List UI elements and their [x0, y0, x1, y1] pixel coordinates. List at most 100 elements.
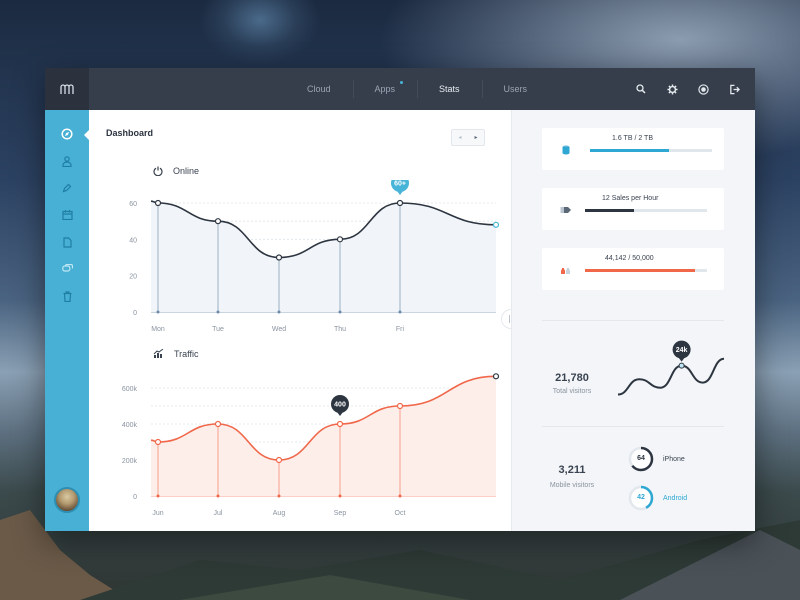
- axis-dot: [398, 494, 402, 498]
- tooltip-label: 60+: [394, 181, 406, 188]
- pager: ◂ ▸: [451, 129, 485, 146]
- sidebar-item-user[interactable]: [58, 152, 76, 170]
- data-point-end: [492, 221, 500, 228]
- x-tick-label: Tue: [212, 326, 224, 333]
- online-chart: 0 20 40 60 Mon Tue Wed Thu Fri 60+: [129, 180, 500, 333]
- y-tick-label: 200k: [122, 458, 138, 465]
- divider: [542, 426, 724, 427]
- pen-icon: [62, 183, 72, 193]
- nav-apps[interactable]: Apps: [352, 80, 418, 98]
- axis-dot: [277, 310, 281, 314]
- logout-icon[interactable]: [727, 82, 741, 96]
- chart-icon: [153, 349, 164, 358]
- nav-stats[interactable]: Stats: [417, 80, 482, 98]
- prev-button[interactable]: ◂: [452, 130, 468, 145]
- top-bar: Cloud Apps Stats Users: [45, 68, 755, 110]
- page-title: Dashboard: [106, 128, 154, 138]
- tooltip-pointer: [678, 357, 685, 362]
- nav-users[interactable]: Users: [481, 80, 550, 98]
- y-tick-label: 0: [133, 494, 137, 501]
- x-tick-label: Sep: [334, 510, 347, 517]
- storage-card: 1.6 TB / 2 TB: [542, 128, 724, 170]
- nav-cloud[interactable]: Cloud: [285, 84, 353, 94]
- axis-dot: [338, 494, 342, 498]
- user-avatar[interactable]: [54, 487, 80, 513]
- tooltip-label: 400: [334, 402, 346, 409]
- axis-dot: [338, 310, 342, 314]
- sidebar-item-trash[interactable]: [58, 287, 76, 305]
- online-chart-title: Online: [173, 166, 200, 176]
- sidebar-item-dashboard[interactable]: [58, 125, 76, 143]
- x-tick-label: Jun: [152, 510, 163, 517]
- globe-icon[interactable]: [696, 82, 710, 96]
- data-point: [336, 420, 344, 428]
- y-tick-label: 0: [133, 310, 137, 317]
- axis-dot: [156, 310, 160, 314]
- x-tick-label: Fri: [396, 326, 405, 333]
- main-panel: Dashboard ◂ ▸ Online 0 20 40 60 Mon Tue Wed Thu…: [89, 110, 511, 531]
- database-icon: [560, 145, 572, 155]
- next-button[interactable]: ▸: [468, 130, 484, 145]
- y-tick-label: 60: [129, 201, 137, 208]
- sparkline-peak: [678, 362, 685, 369]
- tooltip-pointer: [337, 412, 343, 416]
- traffic-chart-title: Traffic: [174, 349, 199, 359]
- trash-icon: [63, 290, 71, 302]
- storage-progress: [590, 149, 712, 152]
- members-progress: [585, 269, 707, 272]
- data-point: [275, 254, 283, 261]
- calendar-icon: [61, 210, 73, 220]
- iphone-label: iPhone: [663, 456, 685, 463]
- y-tick-label: 600k: [122, 386, 138, 393]
- x-tick-label: Wed: [272, 326, 286, 333]
- notification-dot: [400, 81, 404, 84]
- axis-dot: [216, 494, 220, 498]
- axis-dot: [216, 310, 220, 314]
- traffic-chart: 0 200k 400k 600k Jun Jul Aug Sep Oct 400: [122, 373, 500, 517]
- android-value: 42: [637, 494, 645, 501]
- toolbar: [634, 68, 741, 110]
- mobile-visitors-value: 3,211: [558, 464, 586, 476]
- data-point: [275, 456, 283, 464]
- search-icon[interactable]: [634, 82, 648, 96]
- x-tick-label: Mon: [151, 326, 165, 333]
- gear-icon[interactable]: [665, 82, 679, 96]
- online-chart-header: Online: [153, 166, 199, 176]
- sidebar-item-files[interactable]: [58, 233, 76, 251]
- y-tick-label: 20: [129, 274, 137, 281]
- x-tick-label: Thu: [334, 326, 346, 333]
- traffic-chart-header: Traffic: [153, 349, 199, 359]
- tag-icon: [560, 205, 572, 215]
- mobile-visitors-label: Mobile visitors: [549, 482, 595, 489]
- sales-progress-fill: [585, 209, 634, 212]
- x-tick-label: Aug: [273, 510, 286, 517]
- sales-progress: [585, 209, 707, 212]
- sidebar-item-edit[interactable]: [58, 179, 76, 197]
- data-point-end: [492, 373, 500, 380]
- axis-dot: [156, 494, 160, 498]
- nav-label: Apps: [374, 84, 396, 94]
- area-fill: [151, 201, 496, 312]
- power-icon: [153, 166, 163, 176]
- data-point: [214, 218, 222, 225]
- sales-label: 12 Sales per Hour: [602, 195, 659, 202]
- sales-card: 12 Sales per Hour: [542, 188, 724, 230]
- data-point: [154, 438, 162, 446]
- members-progress-fill: [585, 269, 695, 272]
- axis-dot: [398, 310, 402, 314]
- x-tick-label: Oct: [395, 510, 406, 517]
- x-tick-label: Jul: [214, 510, 223, 517]
- y-tick-label: 400k: [122, 422, 138, 429]
- data-point: [214, 420, 222, 428]
- sidebar: [45, 110, 90, 531]
- stats-panel: 1.6 TB / 2 TB 12 Sales per Hour 44,142 /…: [511, 110, 755, 531]
- storage-label: 1.6 TB / 2 TB: [612, 135, 653, 142]
- nav-label: Stats: [439, 84, 460, 94]
- divider: [542, 320, 724, 321]
- chat-icon: [61, 264, 73, 272]
- sidebar-item-calendar[interactable]: [58, 206, 76, 224]
- sidebar-item-messages[interactable]: [58, 260, 76, 278]
- data-point: [154, 199, 162, 207]
- m-logo-icon[interactable]: [45, 68, 89, 110]
- dashboard-window: Cloud Apps Stats Users Dashboard ◂ ▸ Onl…: [45, 68, 755, 531]
